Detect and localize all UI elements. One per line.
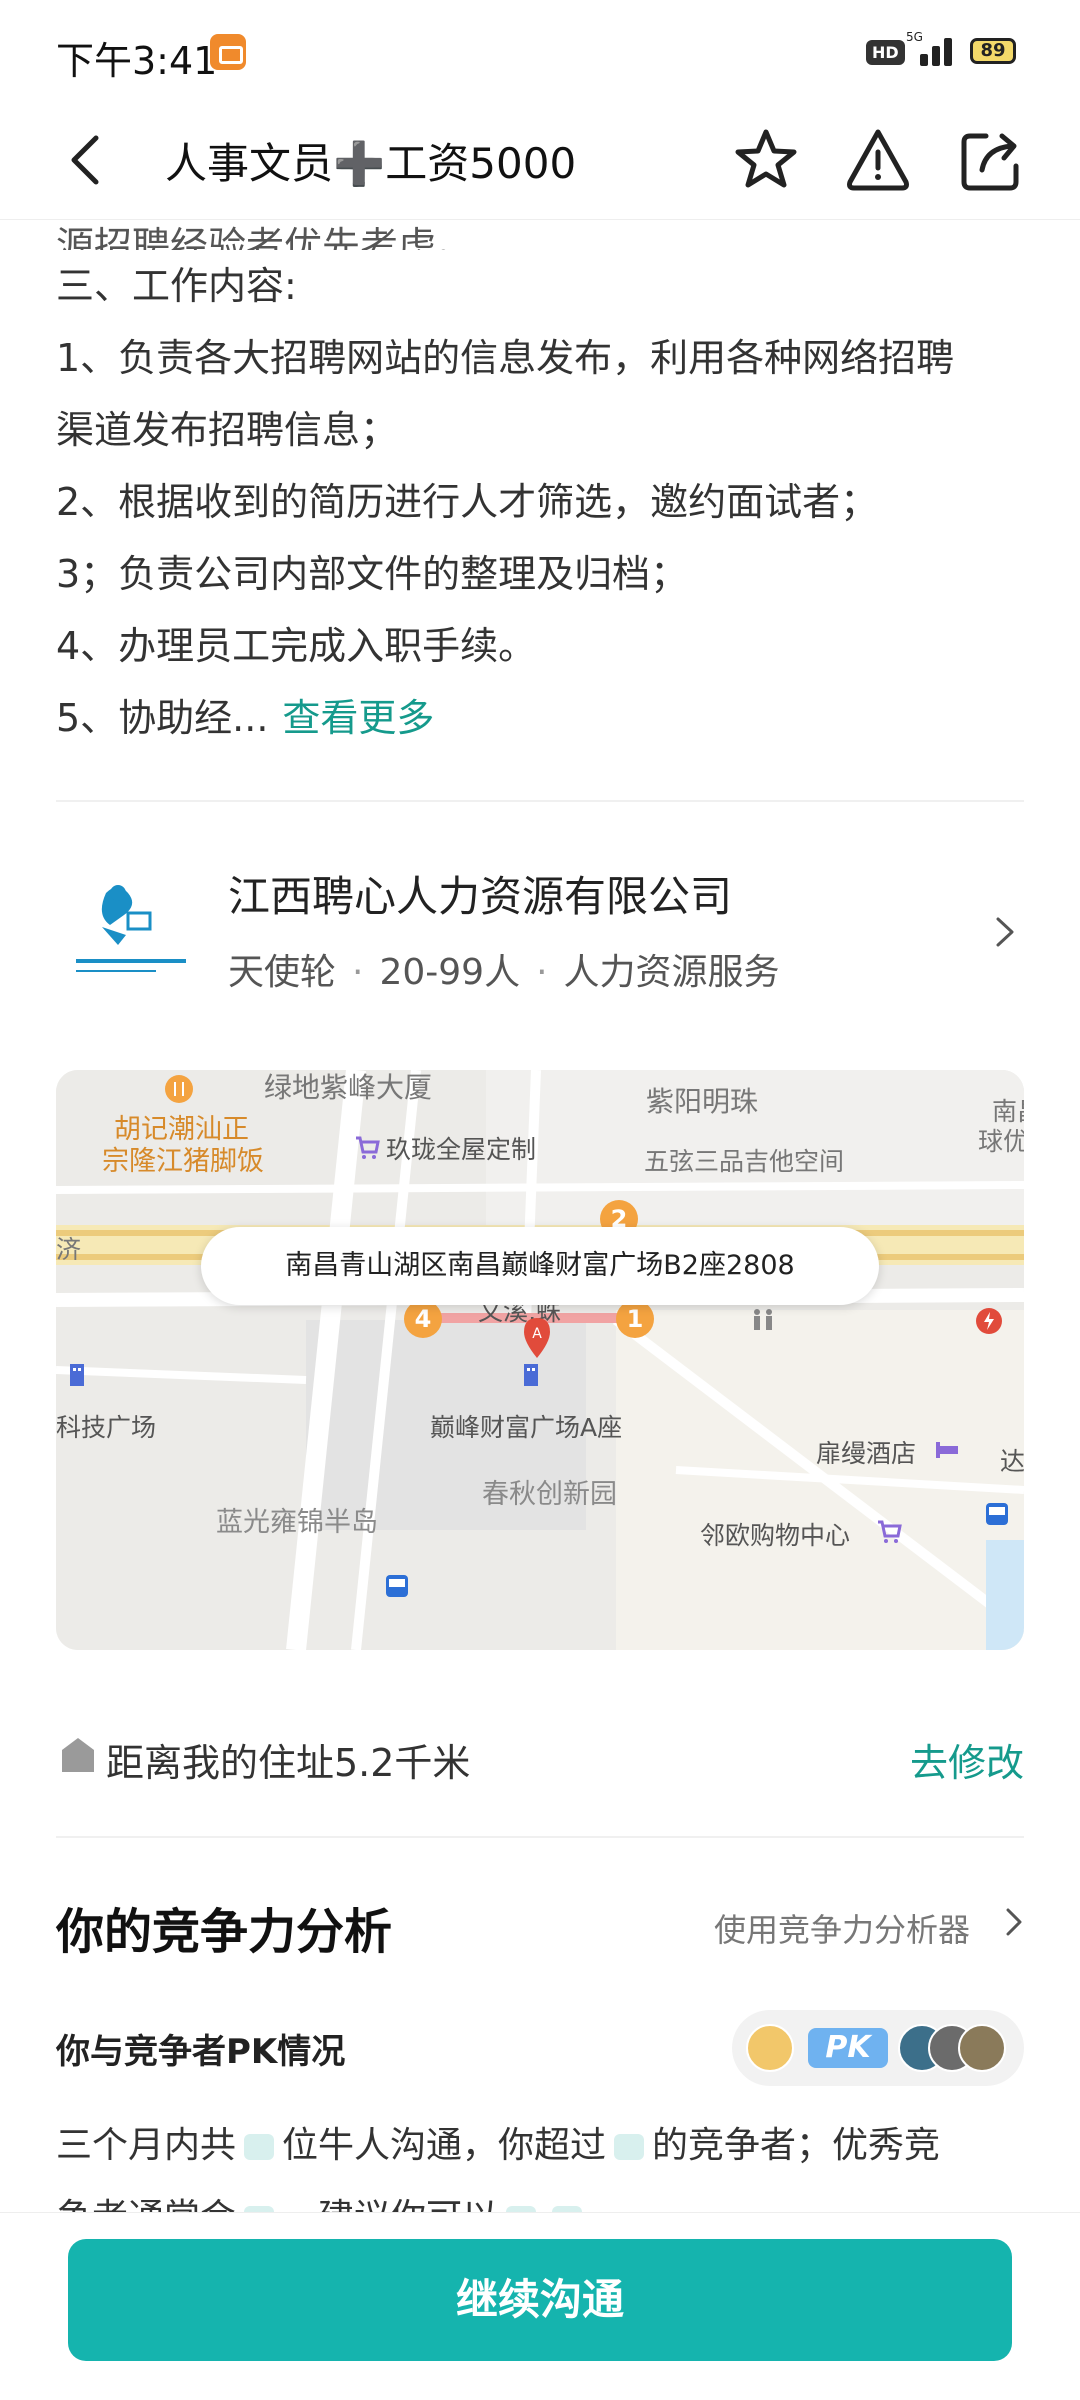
pk-title: 你与竞争者PK情况 <box>56 2032 346 2072</box>
divider <box>56 800 1024 802</box>
status-bar: 下午3:41 HD 5G 89 <box>0 0 1080 100</box>
fork-knife-icon <box>165 1075 193 1103</box>
map-label: 济 <box>56 1235 82 1264</box>
home-icon <box>62 1738 94 1772</box>
charging-station-icon <box>976 1308 1002 1334</box>
restroom-icon <box>754 1309 772 1330</box>
warning-icon[interactable] <box>840 122 916 198</box>
building-icon <box>524 1364 538 1386</box>
hd-indicator: HD <box>866 40 905 65</box>
description-line-last: 5、协助经... 查看更多 <box>56 682 1036 754</box>
distance-row: 距离我的住址5.2千米 去修改 <box>56 1722 1024 1792</box>
description-cut-line: 源招聘经验者优先考虑。 <box>56 224 475 250</box>
location-map[interactable]: 绿地紫峰大厦 紫阳明珠 南昌 球优 胡记潮汕正 宗隆江猪脚饭 玖珑全屋定制 五弦… <box>56 1070 1024 1650</box>
map-label: 宗隆江猪脚饭 <box>102 1146 264 1177</box>
description-line: 1、负责各大招聘网站的信息发布，利用各种网络招聘 <box>56 336 955 380</box>
map-label: 球优 <box>978 1127 1024 1156</box>
building-icon <box>70 1364 84 1386</box>
hidden-value <box>614 2134 645 2160</box>
map-label: 巅峰财富广场A座 <box>430 1413 623 1442</box>
bottom-bar: 继续沟通 <box>0 2212 1080 2400</box>
job-description: 源招聘经验者优先考虑。 三、工作内容: 1、负责各大招聘网站的信息发布，利用各种… <box>56 224 1036 754</box>
company-size: 20-99人 <box>379 952 521 993</box>
map-label: 蓝光雍锦半岛 <box>216 1507 378 1538</box>
company-card[interactable]: 江西聘心人力资源有限公司 天使轮 · 20-99人 · 人力资源服务 <box>56 855 1024 1005</box>
map-label: 达 <box>1000 1447 1024 1476</box>
company-industry: 人力资源服务 <box>563 952 780 993</box>
cart-icon <box>356 1136 380 1159</box>
see-more-link[interactable]: 查看更多 <box>282 696 434 740</box>
divider <box>56 1836 1024 1838</box>
map-label: 科技广场 <box>56 1413 157 1442</box>
summary-text: 三个月内共 <box>56 2125 237 2166</box>
chevron-right-icon <box>996 917 1014 947</box>
bus-icon <box>386 1575 408 1597</box>
competition-title: 你的竞争力分析 <box>56 1904 393 1960</box>
avatar <box>958 2024 1006 2072</box>
map-label: 紫阳明珠 <box>646 1085 759 1118</box>
chevron-right-icon[interactable] <box>1004 1906 1024 1938</box>
description-line: 3；负责公司内部文件的整理及归档； <box>56 552 689 596</box>
competition-summary: 三个月内共 位牛人沟通，你超过 的竞争者；优秀竞 争者通常会 ，建议你可以 <box>56 2110 1024 2222</box>
pk-badge: PK <box>808 2028 888 2068</box>
map-label: 春秋创新园 <box>482 1479 617 1510</box>
page-title: 人事文员➕工资5000 <box>165 139 577 188</box>
battery-icon: 89 <box>970 38 1016 64</box>
map-label: 扉缦酒店 <box>816 1439 917 1468</box>
map-label: 五弦三品吉他空间 <box>644 1147 845 1176</box>
avatar <box>746 2024 794 2072</box>
map-label: 玖珑全屋定制 <box>386 1135 537 1164</box>
company-funding: 天使轮 <box>228 952 337 993</box>
share-icon[interactable] <box>952 122 1028 198</box>
separator-dot: · <box>536 952 548 993</box>
star-icon[interactable] <box>728 122 804 198</box>
edit-address-link[interactable]: 去修改 <box>910 1732 1024 1787</box>
pk-avatars[interactable]: PK <box>732 2010 1024 2086</box>
map-label: 胡记潮汕正 <box>114 1114 249 1145</box>
map-pin-icon: A <box>524 1318 550 1358</box>
hotel-icon <box>936 1442 958 1458</box>
separator-dot: · <box>352 952 364 993</box>
bus-icon <box>986 1503 1008 1525</box>
hidden-value <box>244 2134 275 2160</box>
description-truncated-text: 5、协助经... <box>56 696 269 740</box>
map-marker-badge: 4 <box>404 1300 442 1338</box>
address-bubble: 南昌青山湖区南昌巅峰财富广场B2座2808 <box>201 1227 879 1305</box>
description-line: 三、工作内容: <box>56 264 297 308</box>
back-icon[interactable] <box>62 128 112 192</box>
svg-text:A: A <box>532 1326 542 1342</box>
continue-chat-button[interactable]: 继续沟通 <box>68 2239 1012 2361</box>
map-marker-badge: 1 <box>616 1300 654 1338</box>
summary-text: 位牛人沟通，你超过 <box>282 2125 607 2166</box>
company-meta: 天使轮 · 20-99人 · 人力资源服务 <box>228 943 780 995</box>
company-logo <box>76 885 186 972</box>
nav-bar: 人事文员➕工资5000 <box>0 100 1080 220</box>
summary-text: 的竞争者；优秀竞 <box>652 2125 941 2166</box>
distance-text: 距离我的住址5.2千米 <box>106 1741 471 1785</box>
description-line: 2、根据收到的简历进行人才筛选，邀约面试者； <box>56 480 879 524</box>
status-time: 下午3:41 <box>56 39 218 83</box>
description-line: 渠道发布招聘信息； <box>56 408 399 452</box>
company-name: 江西聘心人力资源有限公司 <box>228 872 733 921</box>
notification-app-icon <box>210 34 246 70</box>
map-label: 邻欧购物中心 <box>700 1521 851 1550</box>
cart-icon <box>878 1520 902 1543</box>
map-label: 绿地紫峰大厦 <box>264 1071 433 1104</box>
competition-analyzer-link[interactable]: 使用竞争力分析器 <box>714 1905 970 1951</box>
description-line: 4、办理员工完成入职手续。 <box>56 624 537 668</box>
signal-icon <box>912 36 956 66</box>
